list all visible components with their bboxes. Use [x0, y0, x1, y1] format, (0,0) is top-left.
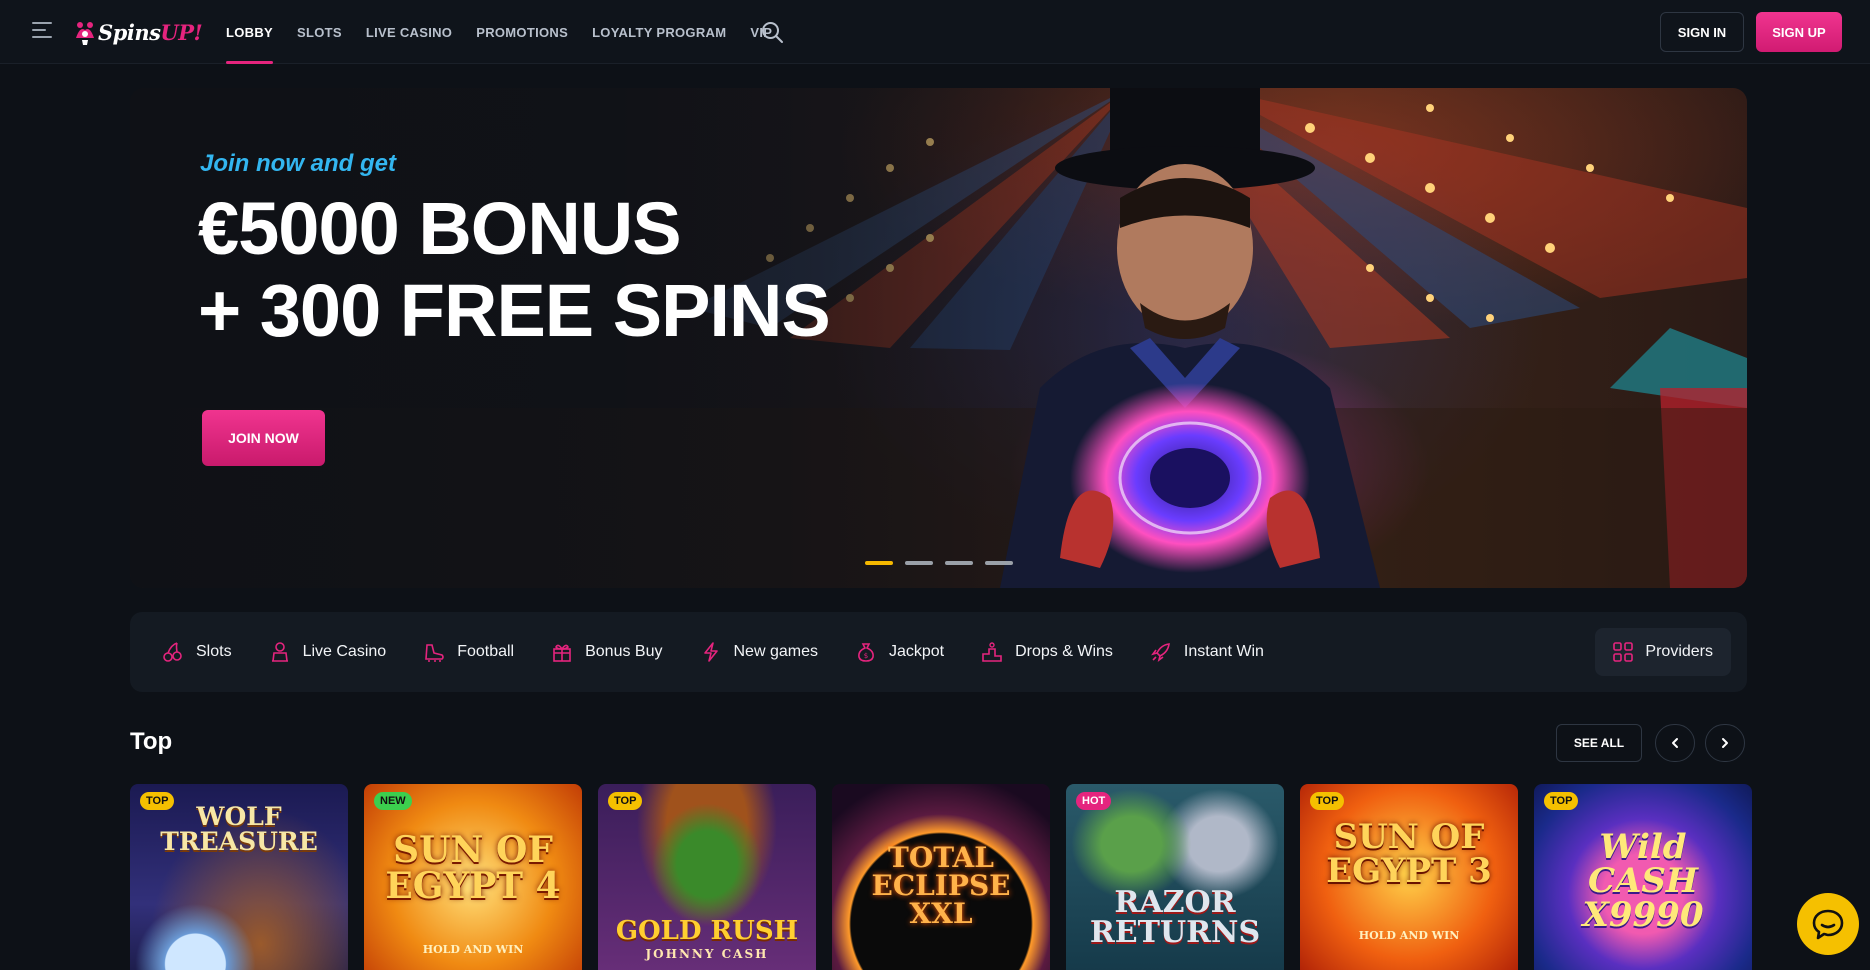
- spinsup-logo[interactable]: SpinsUP!: [72, 14, 203, 50]
- game-title: WOLF TREASURE: [160, 802, 318, 856]
- logo-text: SpinsUP!: [98, 19, 203, 45]
- nav-lobby[interactable]: LOBBY: [214, 0, 285, 64]
- category-label: Football: [457, 643, 515, 660]
- category-label: Bonus Buy: [585, 643, 663, 660]
- see-all-button[interactable]: SEE ALL: [1556, 724, 1642, 762]
- category-drops-wins[interactable]: Drops & Wins: [981, 612, 1150, 692]
- section-title-top: Top: [130, 728, 173, 755]
- game-subtitle: HOLD AND WIN: [422, 943, 524, 956]
- hero-title-line2: + 300 FREE SPINS: [198, 269, 831, 352]
- cherries-icon: [163, 642, 182, 662]
- game-title: TOTAL ECLIPSE XXL: [871, 841, 1011, 930]
- game-subtitle: JOHNNY CASH: [645, 947, 769, 961]
- chevron-left-icon: [1672, 738, 1678, 748]
- sign-up-button[interactable]: SIGN UP: [1756, 12, 1842, 52]
- carousel-prev-button[interactable]: [1655, 724, 1695, 762]
- category-label: Jackpot: [888, 643, 945, 660]
- join-now-button[interactable]: JOIN NOW: [202, 410, 325, 466]
- carousel-dot-3[interactable]: [945, 561, 973, 565]
- podium-icon: [982, 642, 1002, 662]
- category-live-casino[interactable]: Live Casino: [269, 612, 424, 692]
- category-label: Drops & Wins: [1015, 643, 1113, 660]
- game-tile-wolf-treasure[interactable]: TOP WOLF TREASURE: [130, 784, 348, 970]
- hero-tagline: Join now and get: [200, 150, 396, 177]
- game-tile-total-eclipse-xxl[interactable]: TOTAL ECLIPSE XXL: [832, 784, 1050, 970]
- game-tile-sun-of-egypt-4[interactable]: NEW SUN OF EGYPT 4 HOLD AND WIN: [364, 784, 582, 970]
- game-title: RAZOR RETURNS: [1089, 885, 1261, 950]
- money-bag-icon: $: [858, 643, 874, 662]
- search-icon[interactable]: [760, 20, 784, 44]
- category-new-games[interactable]: New games: [700, 612, 855, 692]
- carousel-dot-1[interactable]: [865, 561, 893, 565]
- sign-in-button[interactable]: SIGN IN: [1660, 12, 1744, 52]
- category-slots[interactable]: Slots: [162, 612, 269, 692]
- nav-loyalty-program[interactable]: LOYALTY PROGRAM: [580, 0, 738, 64]
- game-tile-gold-rush[interactable]: TOP GOLD RUSH JOHNNY CASH: [598, 784, 816, 970]
- chevron-right-icon: [1722, 738, 1728, 748]
- jester-logo-icon: [76, 22, 94, 45]
- hero-title-line1: €5000 BONUS: [198, 187, 682, 270]
- magician-illustration: [1000, 88, 1380, 588]
- game-title: SUN OF EGYPT 3: [1326, 817, 1492, 891]
- lightning-icon: [703, 642, 718, 662]
- svg-text:$: $: [864, 652, 868, 660]
- main-nav: LOBBY SLOTS LIVE CASINO PROMOTIONS LOYAL…: [214, 0, 784, 64]
- football-boot-icon: [425, 644, 444, 662]
- badge-top: TOP: [1544, 792, 1579, 810]
- hero-banner[interactable]: Join now and get €5000 BONUS + 300 FREE …: [130, 88, 1747, 588]
- badge-top: TOP: [608, 792, 643, 810]
- logo-text-up: UP!: [160, 19, 203, 45]
- logo-text-spins: Spins: [98, 19, 161, 45]
- game-subtitle: HOLD AND WIN: [1358, 929, 1460, 942]
- chat-bubble-icon: [1812, 909, 1844, 940]
- hero-title: €5000 BONUS + 300 FREE SPINS: [198, 187, 831, 352]
- hamburger-menu-icon[interactable]: [32, 22, 56, 40]
- site-header: SpinsUP! LOBBY SLOTS LIVE CASINO PROMOTI…: [0, 0, 1870, 64]
- providers-label: Providers: [1645, 643, 1713, 660]
- category-bar: Slots Live Casino Football Bonus Buy New…: [130, 612, 1747, 692]
- game-tile-sun-of-egypt-3[interactable]: TOP SUN OF EGYPT 3 HOLD AND WIN: [1300, 784, 1518, 970]
- category-label: Instant Win: [1183, 643, 1264, 660]
- category-label: New games: [733, 643, 818, 660]
- category-instant-win[interactable]: Instant Win: [1150, 612, 1301, 692]
- game-title: SUN OF EGYPT 4: [385, 829, 561, 907]
- top-games-row: TOP WOLF TREASURE NEW SUN OF EGYPT 4 HOL…: [130, 784, 1870, 970]
- category-football[interactable]: Football: [423, 612, 551, 692]
- category-label: Live Casino: [302, 643, 387, 660]
- badge-top: TOP: [1310, 792, 1345, 810]
- carousel-dot-4[interactable]: [985, 561, 1013, 565]
- game-title: GOLD RUSH: [615, 916, 799, 946]
- category-jackpot[interactable]: $ Jackpot: [855, 612, 981, 692]
- badge-hot: HOT: [1076, 792, 1112, 810]
- carousel-dots: [865, 561, 1013, 565]
- category-bonus-buy[interactable]: Bonus Buy: [551, 612, 699, 692]
- grid-icon: [1613, 642, 1634, 662]
- carousel-dot-2[interactable]: [905, 561, 933, 565]
- gift-box-icon: [553, 644, 571, 662]
- game-tile-wild-cash-x9990[interactable]: TOP Wild CASH X9990: [1534, 784, 1752, 970]
- dealer-icon: [271, 642, 288, 662]
- carousel-next-button[interactable]: [1705, 724, 1745, 762]
- game-tile-razor-returns[interactable]: HOT RAZOR RETURNS: [1066, 784, 1284, 970]
- category-list: Slots Live Casino Football Bonus Buy New…: [162, 612, 1301, 692]
- rocket-icon: [1150, 643, 1170, 662]
- nav-promotions[interactable]: PROMOTIONS: [464, 0, 580, 64]
- game-title: Wild CASH X9990: [1582, 827, 1704, 935]
- providers-button[interactable]: Providers: [1595, 628, 1731, 676]
- category-label: Slots: [196, 643, 232, 660]
- nav-slots[interactable]: SLOTS: [285, 0, 354, 64]
- live-chat-button[interactable]: [1797, 893, 1859, 955]
- badge-new: NEW: [374, 792, 412, 810]
- nav-live-casino[interactable]: LIVE CASINO: [354, 0, 464, 64]
